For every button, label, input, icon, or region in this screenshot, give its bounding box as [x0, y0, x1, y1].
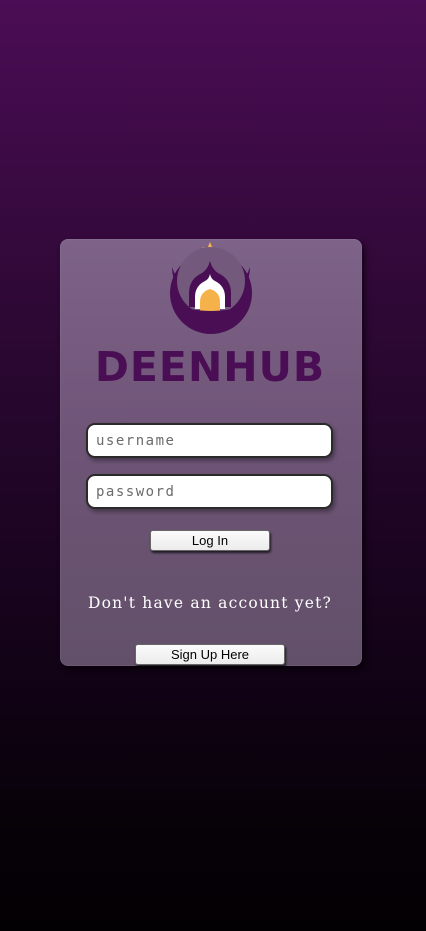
signup-prompt-text: Don't have an account yet? [87, 594, 333, 612]
login-card: DEENHUB Log In Don't have an account yet… [60, 239, 362, 666]
brand-wordmark: DEENHUB [94, 343, 326, 391]
mosque-crescent-star-icon [170, 242, 252, 334]
password-input[interactable] [86, 474, 333, 509]
signup-button[interactable]: Sign Up Here [135, 644, 285, 665]
login-button[interactable]: Log In [150, 530, 270, 551]
username-input[interactable] [86, 423, 333, 458]
